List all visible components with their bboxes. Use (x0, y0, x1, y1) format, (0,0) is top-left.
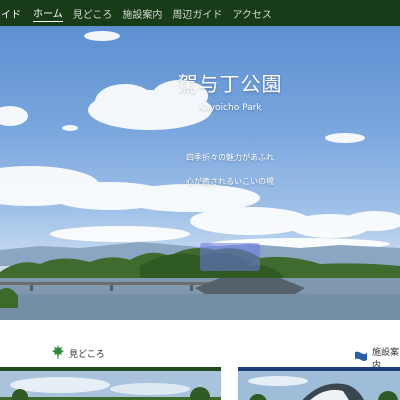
nav-item-access[interactable]: アクセス (232, 6, 272, 21)
hero-tagline-1: 四季折々の魅力があふれ (186, 153, 274, 162)
section-highlights-heading[interactable]: 見どころ (52, 345, 105, 362)
hero-banner: 駕与丁公園 Kayoicho Park 四季折々の魅力があふれ 心が癒されるいこ… (0, 26, 400, 320)
nav-item-facilities[interactable]: 施設案内 (122, 6, 162, 21)
highlights-card-image (0, 371, 221, 400)
facilities-card-image (238, 371, 400, 400)
hero-title: 駕与丁公園 (177, 72, 283, 96)
section-highlights-label: 見どころ (69, 350, 105, 360)
highlights-card[interactable] (0, 367, 221, 400)
flag-icon (354, 351, 367, 366)
hero-tagline-2: 心が癒されるいこいの場 (186, 177, 274, 186)
hero-subtitle: Kayoicho Park (198, 103, 262, 113)
facilities-card[interactable] (238, 367, 400, 400)
top-navigation-bar: イド ホーム 見どころ 施設案内 周辺ガイド アクセス (0, 0, 400, 26)
maple-leaf-icon (52, 345, 64, 362)
nav-item-highlights[interactable]: 見どころ (73, 6, 113, 21)
nav-item-area-guide[interactable]: 周辺ガイド (172, 6, 222, 21)
site-brand[interactable]: イド (0, 6, 21, 21)
hero-cta-button[interactable] (200, 243, 260, 271)
nav-item-home[interactable]: ホーム (33, 5, 63, 22)
